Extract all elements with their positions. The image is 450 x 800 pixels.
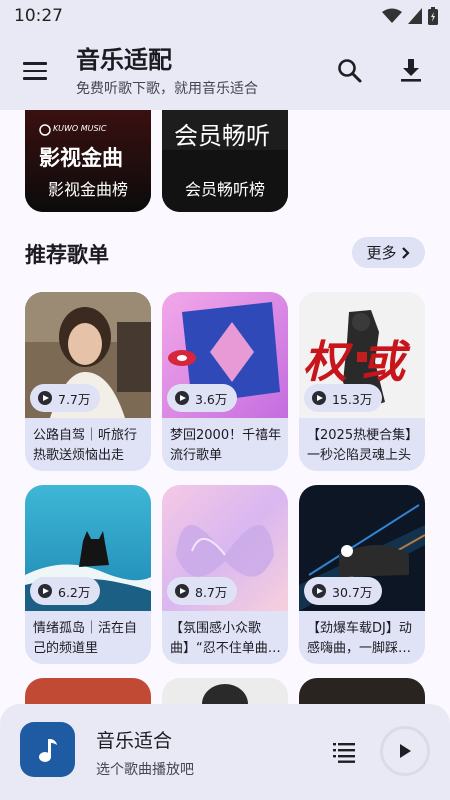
playlist-card[interactable]: 30.7万 【劲爆车载DJ】动感嗨曲，一脚踩到底 (299, 485, 425, 664)
play-count: 30.7万 (332, 584, 373, 600)
more-button[interactable]: 更多 (352, 237, 425, 268)
rank-art-text: 会员畅听 (174, 122, 270, 150)
play-icon (175, 391, 189, 405)
playlist-card-peek[interactable] (162, 678, 288, 704)
player-artwork (20, 722, 75, 777)
play-icon (312, 391, 326, 405)
playlist-name: 【劲爆车载DJ】动感嗨曲，一脚踩到底 (307, 621, 412, 656)
status-icons (382, 7, 438, 25)
rank-card-vip[interactable]: 会员畅听 会员畅听榜 (162, 110, 288, 212)
rank-brand: KUWO MUSIC (53, 124, 107, 133)
player-title: 音乐适合 (96, 730, 173, 752)
playlist-card[interactable]: 3.6万 梦回2000！千禧年流行歌单 (162, 292, 288, 471)
playlist-name: 【氛围感小众歌曲】“忍不住单曲循环” (170, 621, 281, 656)
playlist-name: 公路自驾｜听旅行热歌送烦恼出走 (33, 428, 138, 463)
player-subtitle: 选个歌曲播放吧 (96, 762, 194, 778)
wifi-icon (382, 8, 402, 23)
search-icon (338, 59, 362, 83)
download-icon (401, 59, 421, 82)
play-count-chip: 8.7万 (167, 577, 238, 605)
search-button[interactable] (335, 56, 365, 86)
play-button[interactable] (380, 726, 430, 776)
playlist-card-peek[interactable] (25, 678, 151, 704)
app-subtitle: 免费听歌下歌，就用音乐适合 (76, 81, 258, 97)
playlist-name: 梦回2000！千禧年流行歌单 (170, 428, 282, 463)
playlist-name: 【2025热梗合集】一秒沦陷灵魂上头 (307, 428, 419, 463)
playlist-card[interactable]: 7.7万 公路自驾｜听旅行热歌送烦恼出走 (25, 292, 151, 471)
play-icon (400, 744, 411, 758)
chevron-right-icon (401, 246, 410, 259)
queue-list-icon (333, 743, 355, 763)
play-count: 15.3万 (332, 391, 373, 407)
play-count-chip: 6.2万 (30, 577, 101, 605)
music-note-icon (38, 738, 57, 762)
play-icon (312, 584, 326, 598)
status-time: 10:27 (14, 6, 63, 26)
status-bar: 10:27 (0, 0, 450, 32)
battery-icon (428, 7, 438, 25)
play-count-chip: 7.7万 (30, 384, 101, 412)
rank-label: 影视金曲榜 (47, 180, 128, 199)
mini-player[interactable]: 音乐适合 选个歌曲播放吧 (0, 704, 450, 800)
rank-card-film[interactable]: KUWO MUSIC 影视金曲 影视金曲榜 (25, 110, 151, 212)
download-button[interactable] (396, 56, 426, 86)
play-count: 6.2万 (58, 584, 91, 600)
playlist-card[interactable]: 8.7万 【氛围感小众歌曲】“忍不住单曲循环” (162, 485, 288, 664)
play-icon (175, 584, 189, 598)
play-count: 3.6万 (195, 391, 228, 407)
rank-art-text: 影视金曲 (39, 146, 123, 170)
play-icon (38, 391, 52, 405)
play-count: 8.7万 (195, 584, 228, 600)
playlist-name: 情绪孤岛｜活在自己的频道里 (33, 621, 138, 656)
play-count-chip: 15.3万 (304, 384, 383, 412)
playlist-card[interactable]: 权或 15.3万 【2025热梗合集】一秒沦陷灵魂上头 (299, 292, 425, 471)
app-bar: 音乐适配 免费听歌下歌，就用音乐适合 (0, 32, 450, 110)
rank-label: 会员畅听榜 (184, 180, 265, 199)
cover-figure (202, 684, 248, 704)
play-count-chip: 3.6万 (167, 384, 238, 412)
playlist-card-peek[interactable] (299, 678, 425, 704)
app-title: 音乐适配 (76, 46, 172, 74)
play-count-chip: 30.7万 (304, 577, 383, 605)
menu-button[interactable] (20, 57, 50, 85)
play-icon (38, 584, 52, 598)
section-title: 推荐歌单 (25, 243, 109, 267)
main-content[interactable]: KUWO MUSIC 影视金曲 影视金曲榜 会员畅听 会员畅听榜 推荐歌单 更多 (0, 110, 450, 704)
queue-button[interactable] (333, 741, 357, 763)
cover-art-text: 权或 (303, 337, 419, 388)
playlist-card[interactable]: 6.2万 情绪孤岛｜活在自己的频道里 (25, 485, 151, 664)
play-count: 7.7万 (58, 391, 91, 407)
signal-icon (408, 8, 422, 24)
more-label: 更多 (366, 244, 397, 262)
